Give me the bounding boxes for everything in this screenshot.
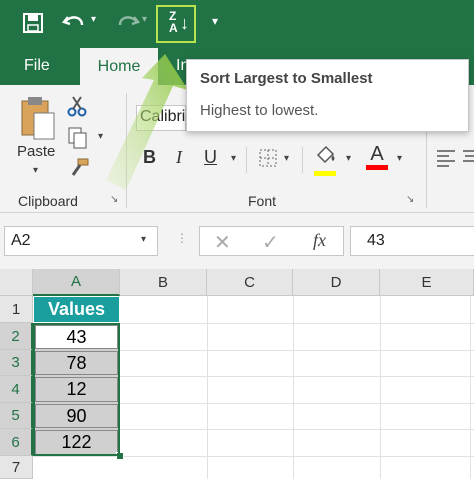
fill-color-dropdown-icon[interactable]: ▾: [346, 153, 351, 164]
customize-qat-icon[interactable]: ▾: [212, 14, 218, 28]
tooltip: Sort Largest to Smallest Highest to lowe…: [186, 59, 469, 132]
select-all-corner[interactable]: [0, 269, 33, 296]
paste-dropdown-icon[interactable]: ▾: [33, 165, 38, 176]
redo-icon: [114, 11, 141, 35]
undo-dropdown-icon[interactable]: ▾: [91, 14, 96, 25]
sort-z-to-a-button[interactable]: ZA ↓: [156, 5, 196, 43]
annotation-arrow: [106, 54, 188, 190]
down-arrow-icon: ↓: [180, 13, 189, 33]
formula-input[interactable]: 43: [350, 226, 474, 256]
sort-z-to-a-icon: ZA: [169, 9, 178, 35]
tooltip-title: Sort Largest to Smallest: [200, 70, 373, 87]
font-launcher-icon[interactable]: ↘: [406, 194, 414, 205]
name-box-value: A2: [11, 232, 31, 249]
font-color-icon[interactable]: A: [366, 143, 388, 173]
column-header-a[interactable]: A: [33, 269, 120, 296]
divider: [302, 147, 303, 173]
divider: [246, 147, 247, 173]
font-color-swatch: [366, 165, 388, 170]
name-box-dropdown-icon[interactable]: ▾: [141, 234, 146, 245]
row-header-4[interactable]: 4: [0, 376, 33, 403]
tab-file[interactable]: File: [24, 57, 50, 75]
font-color-dropdown-icon[interactable]: ▾: [397, 153, 402, 164]
selection-border: [33, 323, 120, 456]
cancel-icon[interactable]: ✕: [214, 230, 231, 255]
insert-function-icon[interactable]: fx: [313, 230, 326, 251]
underline-button[interactable]: U: [204, 147, 217, 168]
row-header-6[interactable]: 6: [0, 429, 33, 456]
redo-dropdown-icon: ▾: [142, 14, 148, 25]
column-header-e[interactable]: E: [380, 269, 474, 296]
align-left-icon[interactable]: [436, 147, 456, 169]
borders-dropdown-icon[interactable]: ▾: [284, 153, 289, 164]
column-header-c[interactable]: C: [207, 269, 293, 296]
align-center-icon[interactable]: [462, 147, 474, 169]
row-header-7[interactable]: 7: [0, 456, 33, 479]
fill-color-icon[interactable]: [314, 145, 338, 176]
font-color-letter: A: [370, 143, 384, 165]
column-header-d[interactable]: D: [293, 269, 380, 296]
column-header-b[interactable]: B: [120, 269, 207, 296]
clipboard-group-label: Clipboard: [18, 193, 78, 209]
underline-dropdown-icon[interactable]: ▾: [231, 153, 236, 164]
undo-icon[interactable]: [61, 11, 88, 35]
gridline: [33, 456, 474, 457]
enter-icon[interactable]: ✓: [262, 230, 279, 255]
row-header-2[interactable]: 2: [0, 323, 33, 350]
row-header-1[interactable]: 1: [0, 296, 33, 323]
formula-input-value: 43: [367, 232, 385, 249]
formula-bar-dots-icon: ⋮: [176, 231, 188, 245]
formula-buttons: ✕ ✓ fx: [199, 226, 344, 256]
spreadsheet-grid: A B C D E 1 2 3 4 5 6 7 Values 43 78 12 …: [0, 269, 474, 479]
quick-access-toolbar: ▾ ▾ ZA ↓ ▾: [0, 0, 474, 48]
row-header-3[interactable]: 3: [0, 350, 33, 376]
fill-color-swatch: [314, 171, 336, 176]
borders-icon[interactable]: [259, 149, 277, 167]
save-icon[interactable]: [22, 12, 44, 34]
name-box[interactable]: A2 ▾: [4, 226, 158, 256]
paste-icon[interactable]: [18, 95, 58, 141]
paste-button-label[interactable]: Paste: [17, 143, 55, 160]
tooltip-description: Highest to lowest.: [200, 102, 319, 119]
formula-bar-area: A2 ▾ ⋮ ✕ ✓ fx 43: [0, 213, 474, 269]
cell-a1-header[interactable]: Values: [33, 296, 120, 323]
font-group-label: Font: [248, 193, 277, 209]
row-header-5[interactable]: 5: [0, 403, 33, 429]
